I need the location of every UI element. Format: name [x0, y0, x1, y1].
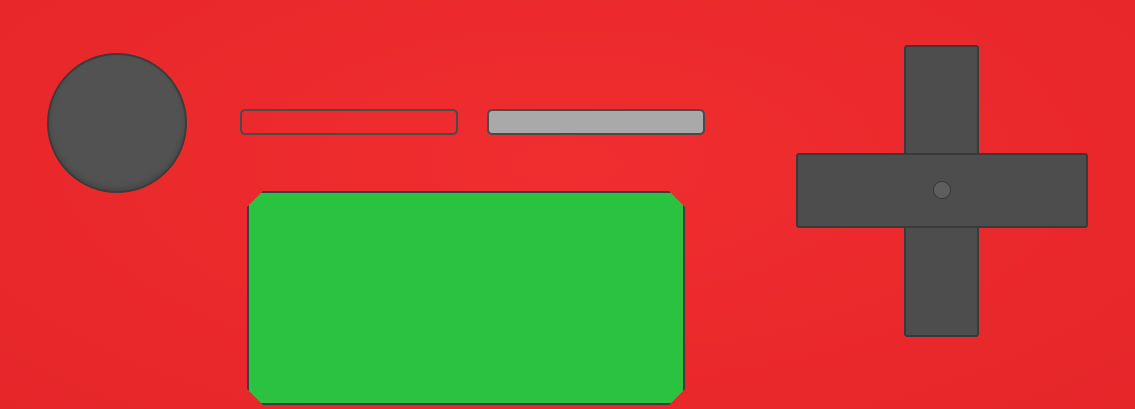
- game-screen: [247, 191, 685, 405]
- screen-display-area: [249, 193, 683, 403]
- game-console: [0, 0, 1135, 409]
- select-button[interactable]: [240, 109, 458, 135]
- action-button[interactable]: [47, 53, 187, 193]
- dpad-center-dot: [933, 181, 951, 199]
- directional-pad[interactable]: [796, 45, 1088, 337]
- start-button[interactable]: [487, 109, 705, 135]
